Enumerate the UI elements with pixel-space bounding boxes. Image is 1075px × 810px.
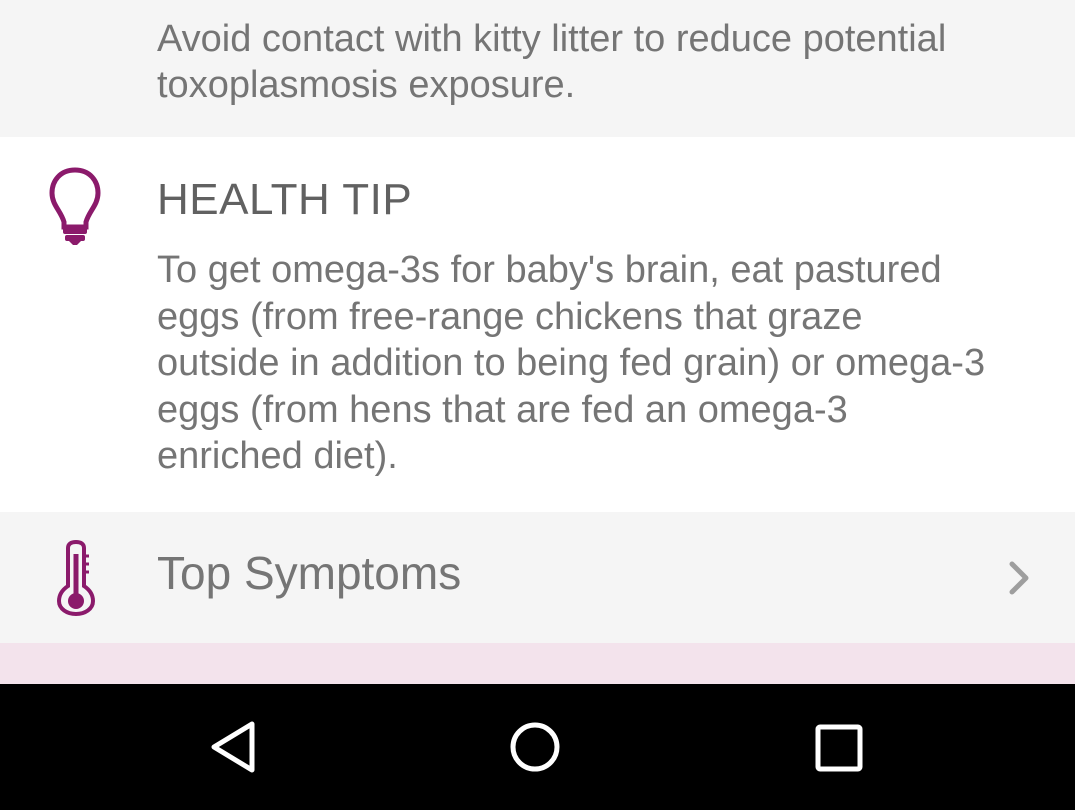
tip-card-top: Avoid contact with kitty litter to reduc… bbox=[0, 0, 1075, 137]
health-tip-text: To get omega-3s for baby's brain, eat pa… bbox=[157, 249, 986, 477]
chevron-right-icon bbox=[1006, 560, 1034, 596]
screen: Avoid contact with kitty litter to reduc… bbox=[0, 0, 1075, 810]
top-symptoms-row[interactable]: Top Symptoms bbox=[0, 512, 1075, 643]
system-nav-bar bbox=[0, 684, 1075, 810]
recents-button[interactable] bbox=[769, 684, 909, 810]
health-tip-card: HEALTH TIP To get omega-3s for baby's br… bbox=[0, 137, 1075, 512]
back-button[interactable] bbox=[164, 684, 304, 810]
health-tip-title: HEALTH TIP bbox=[157, 175, 413, 224]
next-card-strip bbox=[0, 643, 1075, 684]
home-button[interactable] bbox=[465, 684, 605, 810]
top-symptoms-label: Top Symptoms bbox=[157, 547, 462, 599]
thermometer-icon bbox=[52, 539, 100, 617]
tip-text: Avoid contact with kitty litter to reduc… bbox=[157, 18, 947, 106]
lightbulb-icon bbox=[44, 165, 106, 247]
